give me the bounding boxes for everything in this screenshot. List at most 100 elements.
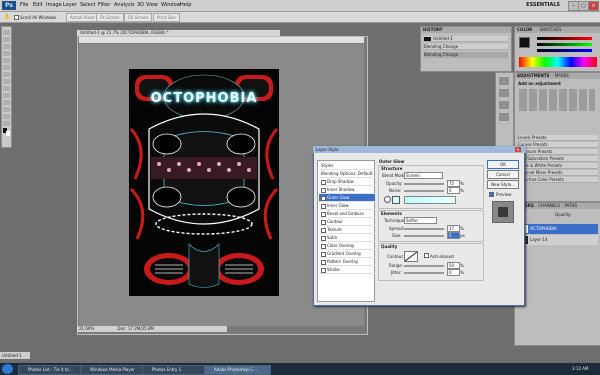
background-color-swatch[interactable] bbox=[6, 131, 10, 136]
style-checkbox[interactable] bbox=[321, 179, 326, 185]
color-ramp[interactable] bbox=[519, 57, 597, 67]
character-icon[interactable] bbox=[499, 89, 509, 97]
history-step-current[interactable]: Blending Change bbox=[424, 52, 508, 58]
poster-canvas[interactable]: OCTOPHOBIA bbox=[129, 69, 279, 296]
history-snapshot[interactable]: Untitled-1 bbox=[424, 36, 508, 42]
opacity-field[interactable]: 75 bbox=[447, 180, 460, 187]
style-item-inner-shadow[interactable]: Inner Shadow bbox=[319, 186, 375, 194]
color-tab[interactable]: COLOR SWATCHES bbox=[515, 27, 600, 33]
cancel-button[interactable]: Cancel bbox=[487, 170, 519, 179]
preset-hue-saturation[interactable]: Hue/Saturation Presets bbox=[518, 156, 598, 162]
opacity-slider[interactable] bbox=[404, 183, 444, 185]
style-item-outer-glow[interactable]: Outer Glow bbox=[319, 194, 375, 202]
crop-tool-icon[interactable] bbox=[3, 58, 10, 63]
preview-checkbox[interactable] bbox=[489, 192, 495, 198]
close-icon[interactable]: × bbox=[588, 1, 599, 11]
style-item-contour[interactable]: Contour bbox=[319, 218, 375, 226]
taskbar-item[interactable]: Photos Entry 1 bbox=[142, 365, 209, 375]
paragraph-icon[interactable] bbox=[499, 101, 509, 109]
red-slider[interactable] bbox=[537, 37, 592, 40]
layers-tab[interactable]: LAYERS CHANNELS PATHS bbox=[515, 203, 600, 209]
menu-3d[interactable]: 3D bbox=[137, 2, 144, 8]
range-field[interactable]: 50 bbox=[447, 262, 460, 269]
style-item-texture[interactable]: Texture bbox=[319, 226, 375, 234]
style-checkbox[interactable] bbox=[321, 203, 326, 209]
menu-analysis[interactable]: Analysis bbox=[114, 2, 135, 8]
glow-color-radio[interactable] bbox=[384, 196, 391, 203]
blue-slider[interactable] bbox=[537, 49, 592, 52]
print-size-button[interactable]: Print Size bbox=[153, 13, 180, 22]
size-field[interactable]: 5 bbox=[447, 232, 460, 239]
menu-help[interactable]: Help bbox=[180, 2, 191, 8]
style-checkbox[interactable] bbox=[321, 235, 326, 241]
foreground-color-chip[interactable] bbox=[519, 37, 530, 48]
new-style-button[interactable]: New Style... bbox=[487, 180, 519, 189]
hand-tool-icon[interactable] bbox=[3, 121, 10, 126]
style-item-satin[interactable]: Satin bbox=[319, 234, 375, 242]
style-checkbox[interactable] bbox=[321, 227, 326, 233]
start-button-icon[interactable] bbox=[2, 364, 13, 374]
menu-edit[interactable]: Edit bbox=[33, 2, 43, 8]
style-checkbox[interactable] bbox=[321, 195, 326, 201]
fill-screen-button[interactable]: Fill Screen bbox=[124, 13, 153, 22]
style-item-drop-shadow[interactable]: Drop Shadow bbox=[319, 178, 375, 186]
preset-exposure[interactable]: Exposure Presets bbox=[518, 149, 598, 155]
style-item-stroke[interactable]: Stroke bbox=[319, 266, 375, 274]
brush-presets-icon[interactable] bbox=[499, 77, 509, 85]
spread-field[interactable]: 17 bbox=[447, 225, 460, 232]
glow-color-swatch[interactable] bbox=[392, 196, 400, 204]
menu-file[interactable]: File bbox=[20, 2, 28, 8]
layer-row-selected[interactable]: TOCTOPHOBIA bbox=[518, 224, 598, 234]
glow-gradient-picker[interactable] bbox=[404, 196, 456, 204]
actions-icon[interactable] bbox=[499, 113, 509, 121]
menu-window[interactable]: Window bbox=[161, 2, 181, 8]
style-item-bevel-and-emboss[interactable]: Bevel and Emboss bbox=[319, 210, 375, 218]
noise-field[interactable]: 0 bbox=[447, 187, 460, 194]
preset-levels[interactable]: Levels Presets bbox=[518, 135, 598, 141]
adjustment-icon-grid[interactable] bbox=[519, 89, 595, 111]
fit-screen-button[interactable]: Fit Screen bbox=[96, 13, 124, 22]
brush-tool-icon[interactable] bbox=[3, 79, 10, 84]
style-item-color-overlay[interactable]: Color Overlay bbox=[319, 242, 375, 250]
style-checkbox[interactable] bbox=[321, 267, 326, 273]
history-step[interactable]: Blending Change bbox=[424, 44, 508, 50]
style-checkbox[interactable] bbox=[321, 211, 326, 217]
taskbar-item[interactable]: Photos List - Tie it to... bbox=[18, 365, 85, 375]
ok-button[interactable]: OK bbox=[487, 160, 519, 169]
zoom-level[interactable]: 21.69% bbox=[79, 326, 94, 331]
size-slider[interactable] bbox=[404, 235, 444, 237]
menu-image[interactable]: Image bbox=[46, 2, 62, 8]
preset-black-white[interactable]: Black & White Presets bbox=[518, 163, 598, 169]
dialog-title[interactable]: Layer Style bbox=[313, 146, 526, 153]
layer-row[interactable]: Layer 14 bbox=[518, 235, 598, 245]
type-tool-icon[interactable] bbox=[3, 107, 10, 112]
menu-filter[interactable]: Filter bbox=[98, 2, 110, 8]
style-item-pattern-overlay[interactable]: Pattern Overlay bbox=[319, 258, 375, 266]
eyedropper-tool-icon[interactable] bbox=[3, 65, 10, 70]
style-checkbox[interactable] bbox=[321, 219, 326, 225]
style-item-styles[interactable]: Styles bbox=[319, 162, 375, 170]
marquee-tool-icon[interactable] bbox=[3, 37, 10, 42]
preset-curves[interactable]: Curves Presets bbox=[518, 142, 598, 148]
menu-layer[interactable]: Layer bbox=[63, 2, 77, 8]
taskbar-item[interactable]: Windows Media Player bbox=[80, 365, 147, 375]
adjustments-tab[interactable]: ADJUSTMENTS MASKS bbox=[515, 73, 600, 79]
preset-selective-color[interactable]: Selective Color Presets bbox=[518, 177, 598, 183]
history-tab[interactable]: HISTORY bbox=[421, 27, 511, 33]
taskbar-item-active[interactable]: Adobe Photoshop C... bbox=[204, 365, 271, 375]
jitter-slider[interactable] bbox=[404, 272, 444, 274]
clone-tool-icon[interactable] bbox=[3, 86, 10, 91]
noise-slider[interactable] bbox=[404, 190, 444, 192]
green-slider[interactable] bbox=[537, 43, 592, 46]
style-item-blending-options-default[interactable]: Blending Options: Default bbox=[319, 170, 375, 178]
document-tab[interactable]: Untitled-1 @ 21.7% (OCTOPHOBIA, RGB/8) * bbox=[77, 30, 280, 36]
blend-mode-select[interactable]: Screen bbox=[404, 172, 443, 179]
actual-pixels-button[interactable]: Actual Pixels bbox=[66, 13, 100, 22]
contour-picker[interactable] bbox=[404, 251, 418, 262]
healing-tool-icon[interactable] bbox=[3, 72, 10, 77]
menu-view[interactable]: View bbox=[146, 2, 158, 8]
style-checkbox[interactable] bbox=[321, 251, 326, 257]
jitter-field[interactable]: 0 bbox=[447, 269, 460, 276]
style-checkbox[interactable] bbox=[321, 243, 326, 249]
style-checkbox[interactable] bbox=[321, 187, 326, 193]
